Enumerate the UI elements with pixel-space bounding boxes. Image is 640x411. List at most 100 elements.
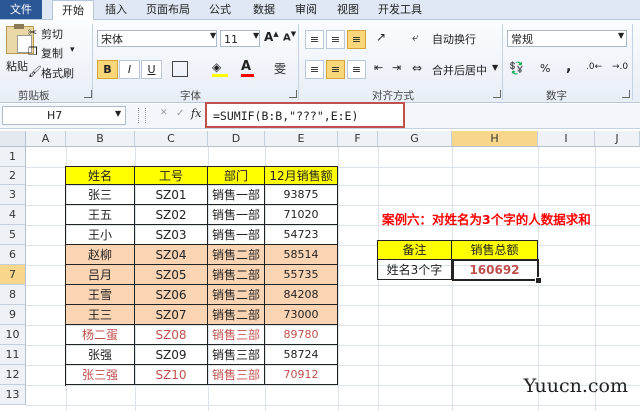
table-cell-sales[interactable]: 54723 [265, 225, 338, 245]
increase-indent-icon[interactable]: ⇥ [392, 61, 401, 74]
align-bottom-icon[interactable]: ≡ [347, 30, 366, 49]
table-header-cell[interactable]: 部门 [208, 167, 265, 185]
column-header-i[interactable]: I [538, 131, 595, 147]
table-cell-id[interactable]: SZ10 [135, 365, 208, 385]
chevron-down-icon[interactable]: ▼ [618, 31, 624, 40]
table-cell-id[interactable]: SZ09 [135, 345, 208, 365]
copy-button[interactable]: 复制 [41, 45, 63, 61]
percent-button[interactable]: % [540, 62, 550, 75]
table-cell-sales[interactable]: 70912 [265, 365, 338, 385]
chevron-down-icon[interactable]: ▼ [115, 109, 121, 118]
table-cell-dept[interactable]: 销售二部 [208, 245, 265, 265]
table-cell-sales[interactable]: 93875 [265, 185, 338, 205]
row-header[interactable]: 2 [0, 167, 26, 185]
enter-icon[interactable]: ✓ [176, 108, 184, 119]
table-cell-id[interactable]: SZ05 [135, 265, 208, 285]
column-header-h[interactable]: H [452, 131, 538, 147]
align-middle-icon[interactable]: ≡ [326, 30, 345, 49]
table-cell-sales[interactable]: 73000 [265, 305, 338, 325]
orientation-icon[interactable]: ↗ [376, 30, 386, 44]
font-name-combo[interactable]: 宋体 [97, 30, 217, 47]
table-cell-id[interactable]: SZ07 [135, 305, 208, 325]
chevron-down-icon[interactable]: ▼ [210, 31, 216, 40]
tab-data[interactable]: 数据 [246, 0, 282, 19]
row-header[interactable]: 11 [0, 345, 26, 365]
row-header[interactable]: 10 [0, 325, 26, 345]
table-cell-dept[interactable]: 销售一部 [208, 185, 265, 205]
tab-insert[interactable]: 插入 [98, 0, 134, 19]
table-cell-dept[interactable]: 销售一部 [208, 225, 265, 245]
summary-header-total[interactable]: 销售总额 [452, 241, 538, 260]
column-header-j[interactable]: J [595, 131, 640, 147]
name-box[interactable]: H7 ▼ [2, 106, 126, 125]
tab-page-layout[interactable]: 页面布局 [140, 0, 196, 19]
format-painter-icon[interactable]: 🖌 [28, 65, 42, 78]
column-header-d[interactable]: D [208, 131, 265, 147]
table-cell-dept[interactable]: 销售三部 [208, 365, 265, 385]
row-header[interactable]: 12 [0, 365, 26, 385]
merge-center-icon[interactable]: ⇔ [412, 61, 422, 75]
table-cell-name[interactable]: 王雪 [66, 285, 135, 305]
chevron-down-icon[interactable]: ▼ [253, 31, 259, 40]
table-cell-name[interactable]: 王五 [66, 205, 135, 225]
align-right-icon[interactable]: ≡ [347, 60, 366, 79]
row-header[interactable]: 1 [0, 147, 26, 167]
column-header-b[interactable]: B [66, 131, 135, 147]
font-color-icon[interactable]: A [241, 59, 254, 77]
table-cell-dept[interactable]: 销售二部 [208, 305, 265, 325]
table-cell-name[interactable]: 张三强 [66, 365, 135, 385]
phonetic-icon[interactable]: 雯 [274, 60, 286, 77]
tab-view[interactable]: 视图 [330, 0, 366, 19]
bold-button[interactable]: B [97, 60, 118, 79]
column-header-a[interactable]: A [26, 131, 66, 147]
column-header-c[interactable]: C [135, 131, 208, 147]
comma-button[interactable]: , [566, 59, 571, 75]
table-cell-id[interactable]: SZ04 [135, 245, 208, 265]
currency-icon[interactable]: 💱 [509, 61, 524, 75]
chevron-down-icon[interactable]: ▼ [492, 63, 498, 72]
tab-review[interactable]: 审阅 [288, 0, 324, 19]
table-cell-name[interactable]: 吕月 [66, 265, 135, 285]
splitter-handle[interactable] [138, 108, 146, 123]
fill-handle[interactable] [535, 277, 542, 284]
align-left-icon[interactable]: ≡ [305, 60, 324, 79]
column-header-e[interactable]: E [265, 131, 338, 147]
table-cell-id[interactable]: SZ03 [135, 225, 208, 245]
table-header-cell[interactable]: 工号 [135, 167, 208, 185]
table-cell-name[interactable]: 杨二蛋 [66, 325, 135, 345]
number-launcher-icon[interactable] [622, 90, 630, 98]
alignment-launcher-icon[interactable] [493, 90, 501, 98]
table-cell-id[interactable]: SZ01 [135, 185, 208, 205]
row-header[interactable]: 8 [0, 285, 26, 305]
decrease-indent-icon[interactable]: ⇤ [374, 61, 383, 74]
table-cell-id[interactable]: SZ06 [135, 285, 208, 305]
decrease-decimal-icon[interactable]: →.0 [612, 62, 628, 72]
row-header[interactable]: 7 [0, 265, 26, 285]
table-cell-dept[interactable]: 销售三部 [208, 345, 265, 365]
table-cell-name[interactable]: 张强 [66, 345, 135, 365]
number-format-combo[interactable]: 常规 [507, 30, 627, 47]
summary-label[interactable]: 姓名3个字 [378, 260, 452, 280]
align-top-icon[interactable]: ≡ [305, 30, 324, 49]
row-header[interactable]: 5 [0, 225, 26, 245]
select-all-corner[interactable] [0, 131, 26, 147]
table-cell-sales[interactable]: 71020 [265, 205, 338, 225]
tab-formulas[interactable]: 公式 [202, 0, 238, 19]
formula-input-highlight[interactable]: =SUMIF(B:B,"???",E:E) [205, 102, 405, 128]
italic-button[interactable]: I [119, 60, 140, 79]
row-header[interactable]: 13 [0, 385, 26, 405]
fill-color-icon[interactable]: ◈ [212, 60, 228, 77]
font-launcher-icon[interactable] [289, 90, 297, 98]
summary-header-note[interactable]: 备注 [378, 241, 452, 260]
table-cell-sales[interactable]: 55735 [265, 265, 338, 285]
cut-icon[interactable]: ✂ [28, 26, 37, 39]
table-cell-sales[interactable]: 58724 [265, 345, 338, 365]
formula-input[interactable]: =SUMIF(B:B,"???",E:E) [213, 109, 358, 123]
wrap-text-icon[interactable]: ⤶ [412, 30, 419, 45]
borders-icon[interactable] [172, 61, 188, 77]
row-header[interactable]: 9 [0, 305, 26, 325]
table-cell-dept[interactable]: 销售一部 [208, 205, 265, 225]
table-cell-id[interactable]: SZ02 [135, 205, 208, 225]
row-header[interactable]: 3 [0, 185, 26, 205]
cut-button[interactable]: 剪切 [41, 26, 63, 42]
